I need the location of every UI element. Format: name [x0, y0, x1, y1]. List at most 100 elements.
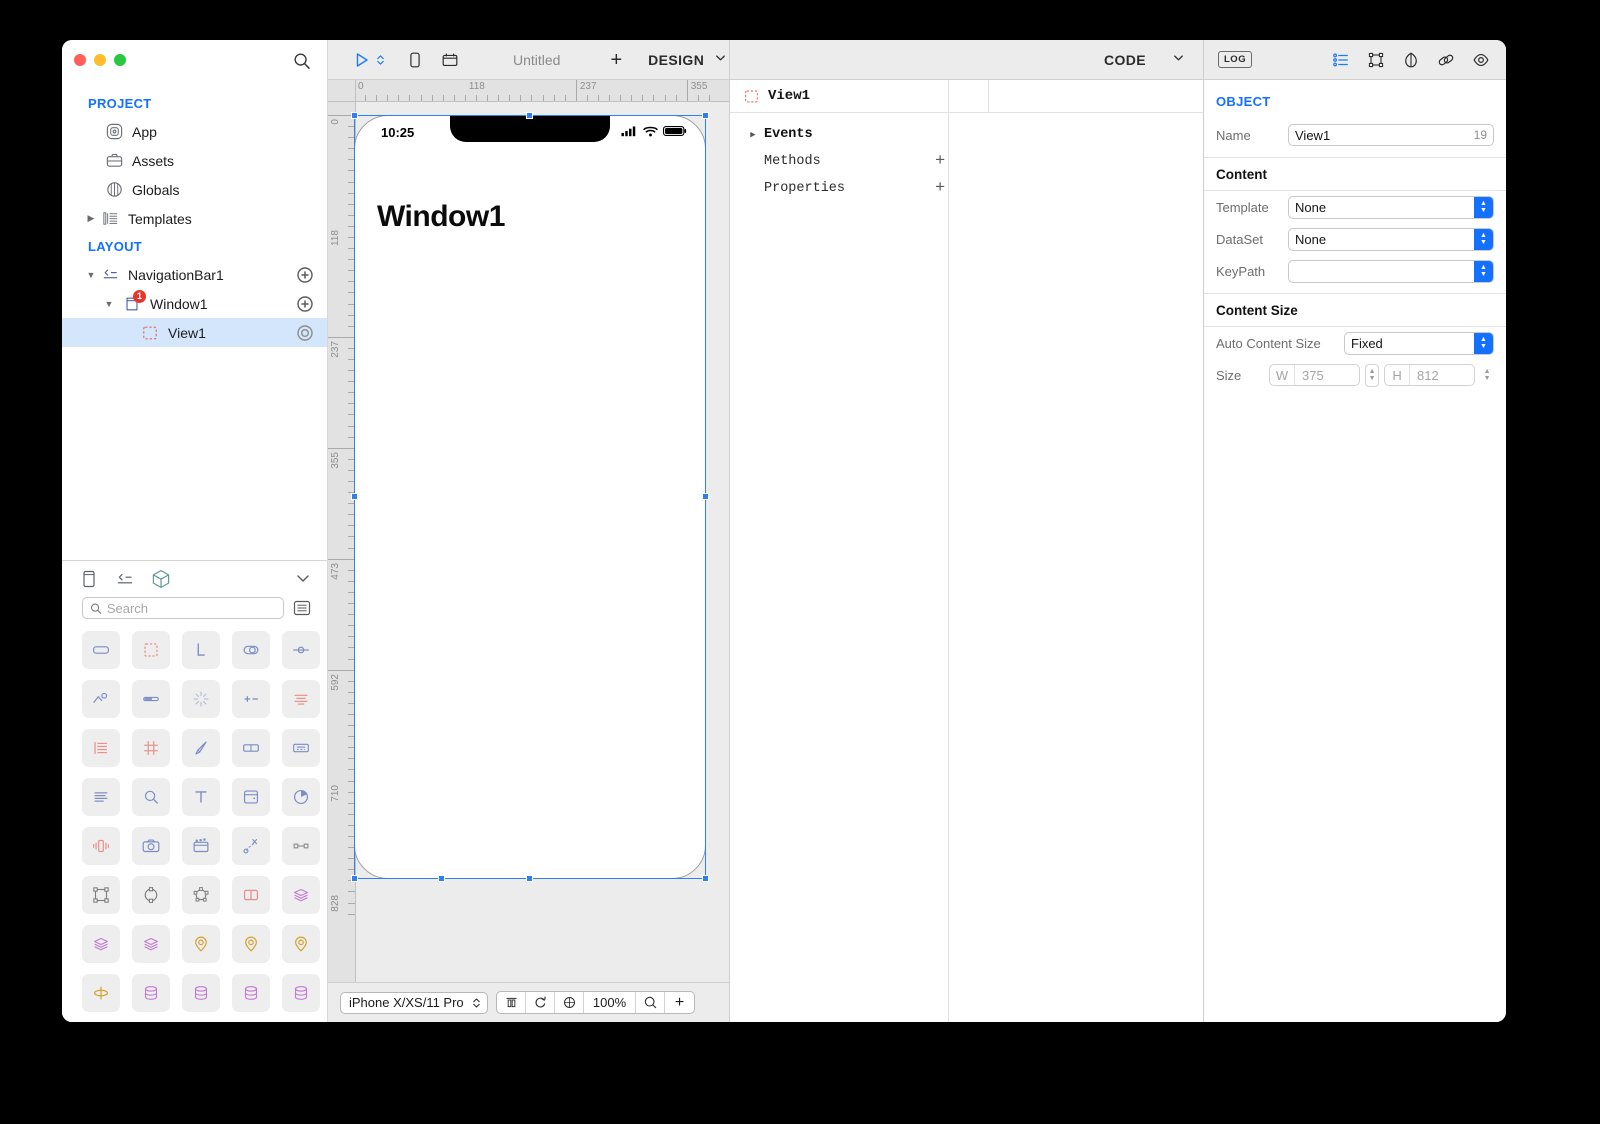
keypath-select[interactable]: ▲ ▼ — [1288, 259, 1494, 283]
resize-handle[interactable] — [438, 875, 445, 882]
align-icon[interactable] — [497, 992, 526, 1013]
database-icon[interactable] — [232, 974, 270, 1012]
target-button[interactable] — [297, 324, 313, 341]
resize-handle[interactable] — [702, 493, 709, 500]
text-T-icon[interactable] — [182, 778, 220, 816]
camera-icon[interactable] — [132, 827, 170, 865]
outline-row-properties[interactable]: Properties + — [730, 175, 1203, 202]
add-tab-button[interactable]: + — [610, 50, 622, 70]
pen-icon[interactable] — [182, 729, 220, 767]
add-child-button[interactable] — [297, 266, 313, 283]
log-button[interactable]: LOG — [1218, 51, 1253, 68]
zoom-in-button[interactable]: + — [665, 992, 694, 1013]
panel-icon[interactable] — [78, 568, 100, 590]
tree-item-app[interactable]: App — [62, 117, 327, 146]
close-window-button[interactable] — [74, 54, 86, 66]
search-icon[interactable] — [293, 52, 311, 70]
activity-spinner-icon[interactable] — [182, 680, 220, 718]
resize-handle[interactable] — [351, 112, 358, 119]
map-pin-icon[interactable] — [182, 925, 220, 963]
disclosure-triangle[interactable] — [102, 299, 116, 309]
visibility-eye-icon[interactable] — [1470, 49, 1492, 71]
text-lines-icon[interactable] — [82, 778, 120, 816]
add-child-button[interactable] — [297, 295, 313, 312]
orbit-icon[interactable] — [82, 974, 120, 1012]
fit-screen-icon[interactable] — [555, 992, 584, 1013]
device-phone-icon[interactable] — [404, 49, 426, 71]
run-button[interactable] — [352, 50, 386, 70]
progress-bar-icon[interactable] — [132, 680, 170, 718]
tree-item-navigationbar1[interactable]: NavigationBar1 — [62, 260, 327, 289]
pie-chart-icon[interactable] — [282, 778, 320, 816]
database-icon[interactable] — [182, 974, 220, 1012]
motion-path-icon[interactable] — [232, 827, 270, 865]
zoom-window-button[interactable] — [114, 54, 126, 66]
list-view-icon[interactable] — [293, 599, 311, 617]
tree-item-templates[interactable]: Templates — [62, 204, 327, 233]
dataset-select[interactable]: None ▲ ▼ — [1288, 227, 1494, 251]
bounds-icon[interactable] — [1365, 49, 1387, 71]
database-icon[interactable] — [132, 974, 170, 1012]
rotate-icon[interactable] — [526, 992, 555, 1013]
width-stepper[interactable]: ▲ ▼ — [1365, 363, 1380, 387]
cube-icon[interactable] — [150, 568, 172, 590]
resize-handle[interactable] — [526, 875, 533, 882]
resize-handle[interactable] — [351, 875, 358, 882]
toggle-icon[interactable] — [232, 631, 270, 669]
zoom-out-icon[interactable] — [636, 992, 665, 1013]
design-mode-label[interactable]: DESIGN — [648, 52, 704, 68]
code-mode-label[interactable]: CODE — [1104, 52, 1146, 68]
list-icon[interactable] — [82, 729, 120, 767]
stepper-icon[interactable] — [232, 680, 270, 718]
segmented-icon[interactable] — [232, 729, 270, 767]
map-pin-icon[interactable] — [232, 925, 270, 963]
tree-item-globals[interactable]: Globals — [62, 175, 327, 204]
bindings-link-icon[interactable] — [1435, 49, 1457, 71]
database-icon[interactable] — [282, 974, 320, 1012]
layers-icon[interactable] — [282, 876, 320, 914]
outline-row-methods[interactable]: Methods + — [730, 148, 1203, 175]
disclosure-triangle[interactable] — [84, 270, 98, 280]
tree-item-view1[interactable]: View1 — [62, 318, 327, 347]
chart-scatter-icon[interactable] — [82, 680, 120, 718]
name-input[interactable]: View1 19 — [1288, 124, 1494, 146]
chevron-down-icon[interactable] — [295, 570, 311, 586]
resize-handle[interactable] — [526, 112, 533, 119]
add-property-button[interactable]: + — [935, 180, 945, 197]
link-nodes-icon[interactable] — [282, 827, 320, 865]
minimize-window-button[interactable] — [94, 54, 106, 66]
attributes-list-icon[interactable] — [1330, 49, 1352, 71]
disclosure-triangle[interactable]: ▶ — [742, 130, 764, 140]
map-pin-icon[interactable] — [282, 925, 320, 963]
slider-icon[interactable] — [282, 631, 320, 669]
resize-handle[interactable] — [702, 875, 709, 882]
device-selector[interactable]: iPhone X/XS/11 Pro — [340, 991, 488, 1014]
video-icon[interactable] — [182, 827, 220, 865]
label-L-icon[interactable] — [182, 631, 220, 669]
zoom-level[interactable]: 100% — [584, 992, 636, 1013]
rounded-rect-icon[interactable] — [82, 631, 120, 669]
layers-icon[interactable] — [132, 925, 170, 963]
height-field[interactable]: H 812 — [1384, 364, 1476, 386]
design-canvas[interactable]: 0 118 237 355 0 118 237 355 473 592 710 828 10:25 … — [328, 80, 729, 982]
width-field[interactable]: W 375 — [1269, 364, 1361, 386]
height-stepper[interactable]: ▲ ▼ — [1480, 364, 1494, 387]
bounds-icon[interactable] — [82, 876, 120, 914]
picker-icon[interactable] — [282, 729, 320, 767]
auto-content-size-select[interactable]: Fixed ▲ ▼ — [1344, 331, 1494, 355]
outline-header-row[interactable]: View1 — [730, 80, 1203, 113]
tree-item-window1[interactable]: 1 Window1 — [62, 289, 327, 318]
navigationbar-icon[interactable] — [114, 568, 136, 590]
appearance-icon[interactable] — [1400, 49, 1422, 71]
add-method-button[interactable]: + — [935, 153, 945, 170]
search-input[interactable] — [106, 600, 276, 616]
selected-view-frame[interactable]: 10:25 Window1 — [351, 112, 709, 882]
outline-row-events[interactable]: ▶ Events — [730, 121, 1203, 148]
split-view-icon[interactable] — [232, 876, 270, 914]
dashed-rect-icon[interactable] — [132, 631, 170, 669]
tree-item-assets[interactable]: Assets — [62, 146, 327, 175]
polygon-nodes-icon[interactable] — [182, 876, 220, 914]
grid-icon[interactable] — [132, 729, 170, 767]
resize-handle[interactable] — [351, 493, 358, 500]
vibrate-icon[interactable] — [82, 827, 120, 865]
